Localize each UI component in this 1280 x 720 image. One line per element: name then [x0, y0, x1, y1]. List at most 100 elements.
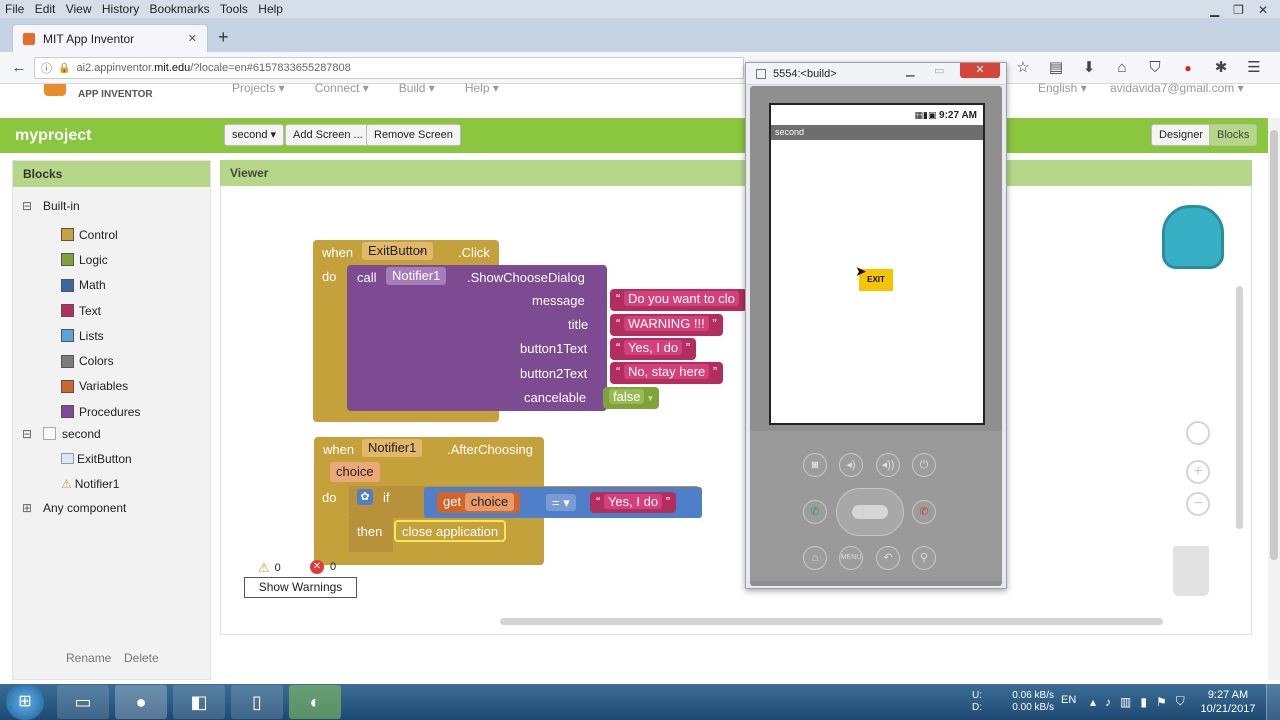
- speaker-icon[interactable]: ♪: [1105, 695, 1111, 709]
- collapse-icon[interactable]: ⊟: [22, 199, 33, 213]
- explorer-icon[interactable]: ▭: [57, 685, 109, 719]
- android-back-icon[interactable]: ↶: [876, 546, 900, 570]
- delete-button[interactable]: Delete: [124, 651, 159, 665]
- info-icon[interactable]: ⓘ: [41, 60, 52, 76]
- remove-screen-button[interactable]: Remove Screen: [366, 124, 461, 146]
- url-bar[interactable]: ⓘ 🔒 ai2.appinventor. mit.edu /?locale=en…: [34, 57, 744, 79]
- add-screen-button[interactable]: Add Screen ...: [285, 124, 371, 146]
- menu-build[interactable]: Build ▾: [399, 81, 435, 95]
- close-window-icon[interactable]: ✕: [1258, 3, 1268, 17]
- menu-edit[interactable]: Edit: [30, 0, 56, 16]
- restore-icon[interactable]: ❐: [1233, 3, 1244, 17]
- compare-value[interactable]: Yes, I do: [603, 494, 663, 509]
- get-variable-block[interactable]: get choice: [437, 492, 521, 513]
- designer-button[interactable]: Designer: [1151, 124, 1212, 146]
- emulator-minimize-icon[interactable]: ▁: [906, 64, 914, 77]
- close-application-block[interactable]: close application: [394, 520, 507, 542]
- button2-value[interactable]: No, stay here: [623, 364, 710, 379]
- notifier-dropdown[interactable]: Notifier1: [362, 439, 423, 457]
- blocks-button[interactable]: Blocks: [1209, 124, 1258, 146]
- zoom-in-icon[interactable]: +: [1186, 460, 1210, 484]
- home-icon[interactable]: ⌂: [1111, 57, 1133, 79]
- call-icon[interactable]: ✆: [803, 500, 827, 524]
- menu-key-icon[interactable]: MENU: [839, 546, 863, 570]
- category-procedures[interactable]: Procedures: [61, 399, 140, 424]
- tray-expand-icon[interactable]: ▴: [1090, 695, 1096, 709]
- menu-history[interactable]: History: [97, 0, 139, 16]
- android-search-icon[interactable]: ⚲: [912, 546, 936, 570]
- android-icon[interactable]: ◐: [289, 685, 341, 719]
- battery-icon[interactable]: ▮: [1140, 695, 1147, 709]
- collapse-icon[interactable]: ⊟: [22, 427, 33, 441]
- pocket-icon[interactable]: ⛉: [1144, 57, 1166, 79]
- recenter-icon[interactable]: [1186, 421, 1210, 445]
- vertical-scrollbar[interactable]: [1236, 286, 1243, 529]
- emulator-close-icon[interactable]: ✕: [960, 63, 1000, 78]
- equals-value[interactable]: =: [552, 495, 560, 510]
- trash-icon[interactable]: [1173, 546, 1209, 596]
- menu-help[interactable]: Help: [253, 0, 283, 16]
- zoom-out-icon[interactable]: −: [1186, 492, 1210, 516]
- extension-icon[interactable]: ✱: [1210, 57, 1232, 79]
- power-icon[interactable]: ⏻: [912, 453, 936, 477]
- menu-view[interactable]: View: [61, 0, 92, 16]
- tree-notifier1[interactable]: ⚠ Notifier1: [61, 475, 119, 492]
- network-icon[interactable]: ▥: [1120, 695, 1131, 709]
- tree-any-component[interactable]: ⊞ Any component: [22, 499, 126, 516]
- backpack-icon[interactable]: [1162, 205, 1224, 269]
- tree-builtin[interactable]: ⊟ Built-in: [22, 197, 80, 214]
- browser-tab[interactable]: MIT App Inventor ✕: [12, 24, 208, 52]
- show-desktop-button[interactable]: [1266, 684, 1280, 720]
- category-logic[interactable]: Logic: [61, 247, 140, 272]
- emulator-maximize-icon[interactable]: ▭: [934, 64, 944, 77]
- start-button-icon[interactable]: ⊞: [6, 684, 44, 720]
- expand-icon[interactable]: ⊞: [22, 501, 33, 515]
- minimize-icon[interactable]: ▁: [1210, 3, 1219, 17]
- dpad-center-icon[interactable]: [852, 505, 888, 519]
- adblock-icon[interactable]: ●: [1177, 57, 1199, 79]
- false-value[interactable]: false: [609, 389, 645, 404]
- reader-list-icon[interactable]: ▤: [1045, 57, 1067, 79]
- category-lists[interactable]: Lists: [61, 323, 140, 348]
- camera-icon[interactable]: ◙: [803, 453, 827, 477]
- title-text-block[interactable]: “ WARNING !!! ”: [610, 314, 723, 336]
- compare-text-block[interactable]: “ Yes, I do ”: [590, 492, 677, 513]
- category-colors[interactable]: Colors: [61, 348, 140, 373]
- menu-tools[interactable]: Tools: [215, 0, 248, 16]
- show-warnings-button[interactable]: Show Warnings: [244, 577, 357, 598]
- android-home-icon[interactable]: ⌂: [803, 546, 827, 570]
- choice-variable[interactable]: choice: [464, 493, 515, 511]
- download-icon[interactable]: ⬇: [1078, 57, 1100, 79]
- category-variables[interactable]: Variables: [61, 374, 140, 399]
- menu-file[interactable]: File: [0, 0, 24, 16]
- false-logic-block[interactable]: false ▾: [603, 387, 659, 409]
- page-scrollbar[interactable]: [1270, 130, 1278, 560]
- notifier1-selector[interactable]: Notifier1: [362, 439, 423, 457]
- equals-operator[interactable]: = ▾: [546, 494, 576, 511]
- clock[interactable]: 9:27 AM 10/21/2017: [1198, 688, 1258, 716]
- button2-text-block[interactable]: “ No, stay here ”: [610, 362, 724, 384]
- user-account[interactable]: avidavida7@gmail.com ▾: [1110, 81, 1244, 95]
- horizontal-scrollbar[interactable]: [500, 618, 1163, 625]
- tree-screen-second[interactable]: ⊟ second: [22, 425, 101, 442]
- rename-button[interactable]: Rename: [66, 651, 111, 665]
- choice-param-label[interactable]: choice: [330, 462, 380, 482]
- volume-up-icon[interactable]: ◂)): [876, 453, 900, 477]
- menu-bookmarks[interactable]: Bookmarks: [145, 0, 210, 16]
- button1-value[interactable]: Yes, I do: [623, 340, 683, 355]
- button1-text-block[interactable]: “ Yes, I do ”: [610, 338, 697, 360]
- component-dropdown[interactable]: ExitButton▾: [362, 242, 434, 260]
- gear-icon[interactable]: ✿: [357, 489, 373, 505]
- emulator-taskbar-icon[interactable]: ◧: [173, 685, 225, 719]
- notepad-icon[interactable]: ▯: [231, 685, 283, 719]
- category-control[interactable]: Control: [61, 222, 140, 247]
- bookmark-star-icon[interactable]: ☆: [1012, 57, 1034, 79]
- flag-icon[interactable]: ⚑: [1156, 695, 1167, 709]
- tab-close-icon[interactable]: ✕: [188, 32, 197, 45]
- notifier-selector[interactable]: Notifier1: [386, 267, 447, 285]
- tree-exitbutton[interactable]: ExitButton: [61, 450, 132, 467]
- firefox-icon[interactable]: ●: [115, 685, 167, 719]
- volume-down-icon[interactable]: ◂): [839, 453, 863, 477]
- shield-tray-icon[interactable]: ⛉: [1176, 694, 1185, 709]
- new-tab-icon[interactable]: +: [218, 27, 229, 48]
